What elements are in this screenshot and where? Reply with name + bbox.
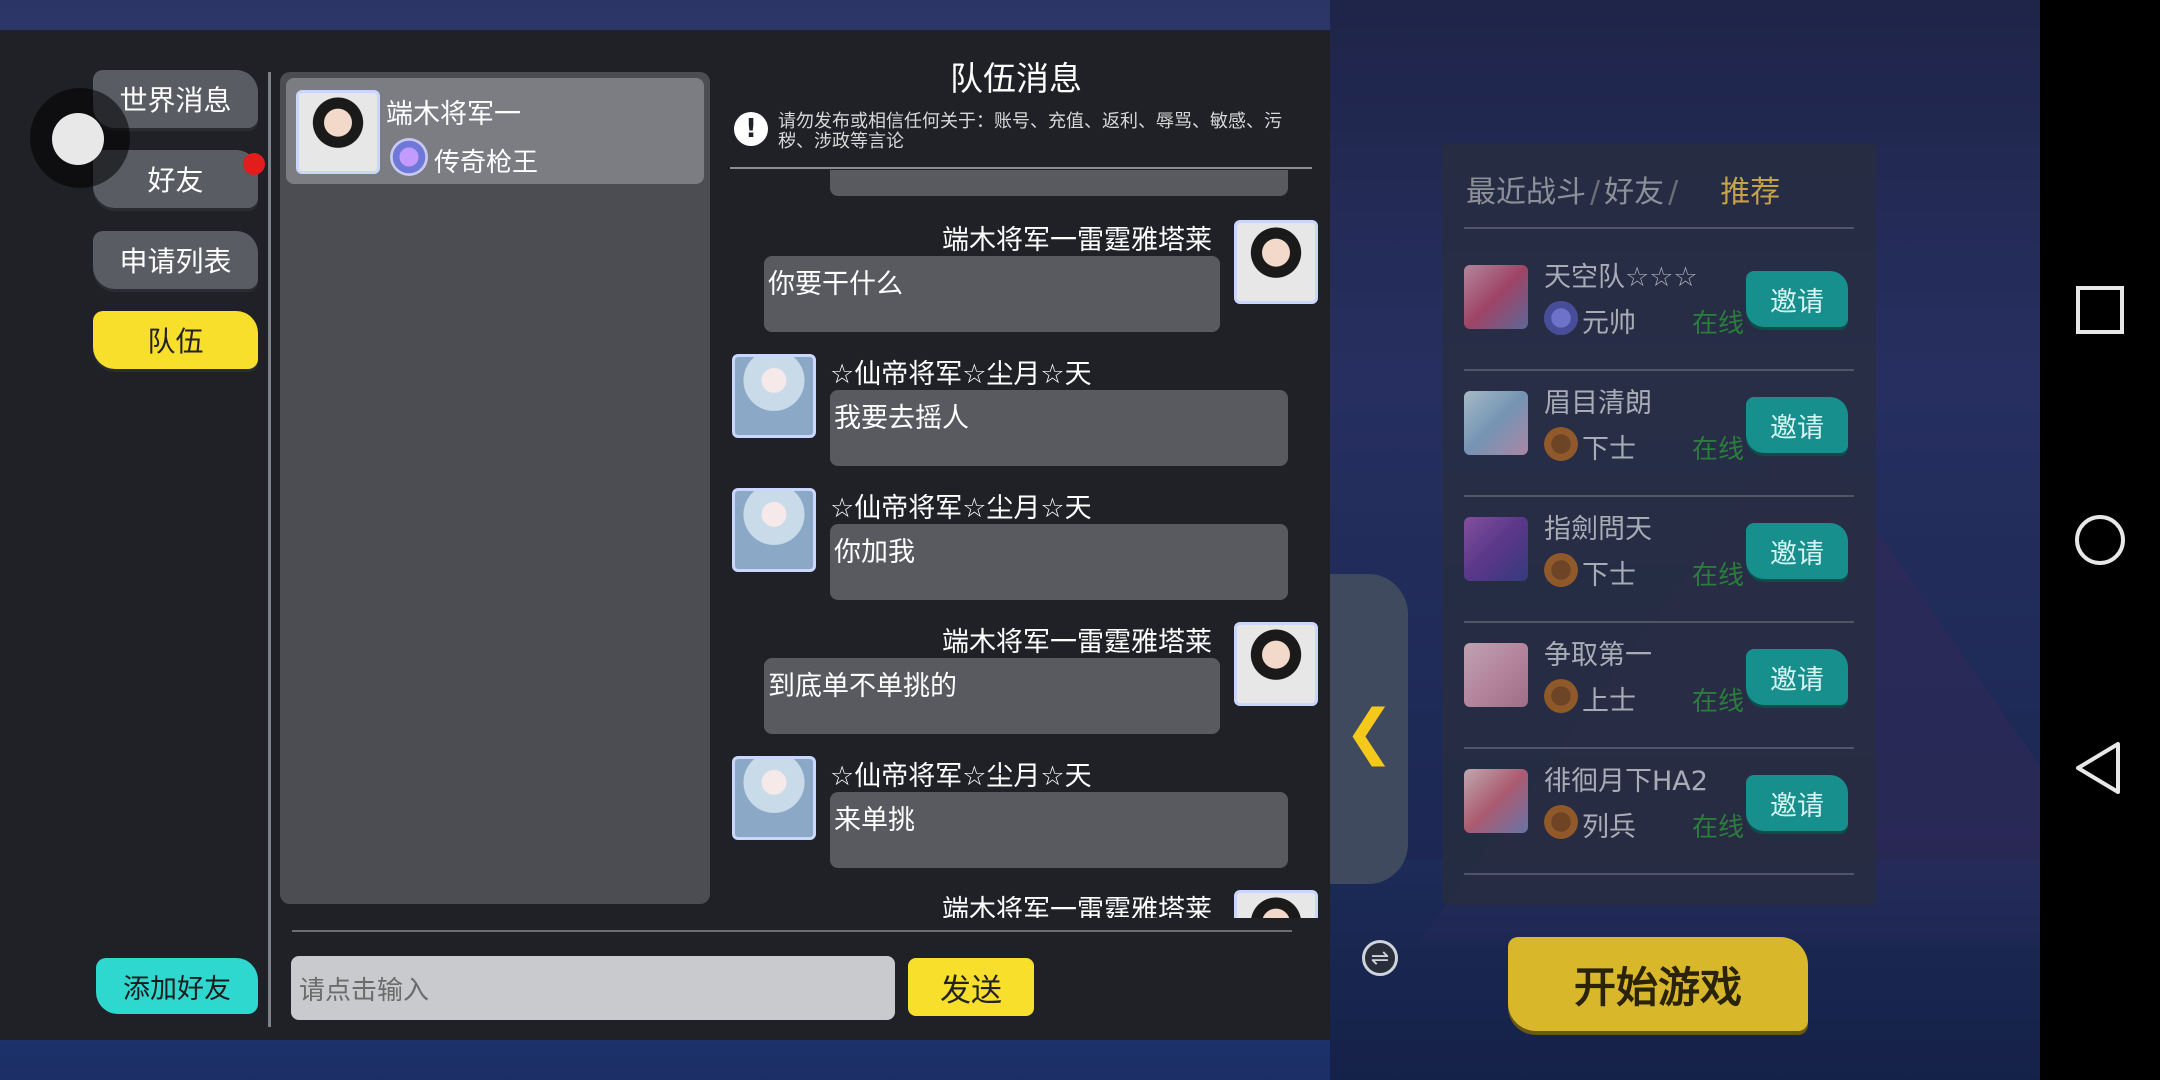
message-bubble: 来单挑 (830, 792, 1288, 868)
chat-input[interactable]: 请点击输入 (291, 956, 895, 1020)
tab-requests[interactable]: 申请列表 (93, 231, 258, 289)
divider (292, 930, 1292, 932)
chat-title: 队伍消息 (950, 59, 1082, 98)
rank-icon (390, 138, 428, 176)
team-member-list: 端木将军一 传奇枪王 (280, 72, 710, 904)
player-status: 在线 (1692, 561, 1745, 591)
list-item[interactable]: 端木将军一 传奇枪王 (286, 78, 704, 184)
message-bubble: 你要干什么 (764, 256, 1220, 332)
warning-icon: ! (734, 112, 768, 146)
player-rank: 下士 (1582, 560, 1636, 591)
divider (1464, 227, 1854, 229)
player-name: 争取第一 (1544, 640, 1652, 671)
sidebar-divider (268, 72, 271, 1027)
back-icon[interactable] (2070, 738, 2130, 798)
warning-text: 请勿发布或相信任何关于：账号、充值、返利、辱骂、敏感、污秽、涉政等言论 (778, 111, 1282, 152)
avatar (1234, 890, 1318, 918)
recommend-item: 争取第一 上士 在线 邀请 (1464, 621, 1864, 747)
invite-button[interactable]: 邀请 (1746, 649, 1848, 705)
rank-icon (1544, 553, 1578, 587)
player-avatar (1464, 769, 1528, 833)
avatar (296, 90, 380, 174)
recent-apps-icon[interactable] (2070, 280, 2130, 340)
rank-icon (1544, 805, 1578, 839)
message-bubble (830, 170, 1288, 196)
divider (730, 167, 1312, 169)
avatar (1234, 220, 1318, 304)
chevron-left-icon: ❮ (1344, 697, 1395, 767)
player-name: 徘徊月下HA2 (1544, 766, 1708, 797)
recommend-item: 眉目清朗 下士 在线 邀请 (1464, 369, 1864, 495)
player-rank: 下士 (1582, 434, 1636, 465)
home-icon[interactable] (2070, 510, 2130, 570)
player-status: 在线 (1692, 687, 1745, 717)
rank-icon (1544, 427, 1578, 461)
player-avatar (1464, 643, 1528, 707)
member-rank: 传奇枪王 (434, 148, 539, 178)
player-name: 天空队☆☆☆ (1544, 262, 1698, 293)
message-bubble: 到底单不单挑的 (764, 658, 1220, 734)
tab-friends[interactable]: 好友 (1604, 175, 1664, 210)
player-rank: 元帅 (1582, 308, 1636, 339)
rank-icon (1544, 301, 1578, 335)
invite-button[interactable]: 邀请 (1746, 397, 1848, 453)
recommend-item: 徘徊月下HA2 列兵 在线 邀请 (1464, 747, 1864, 873)
message-sender: 端木将军一雷霆雅塔莱 (942, 627, 1212, 658)
message-sender: ☆仙帝将军☆尘月☆天 (830, 493, 1092, 524)
avatar (732, 756, 816, 840)
invite-button[interactable]: 邀请 (1746, 523, 1848, 579)
player-name: 指劍問天 (1544, 514, 1652, 545)
player-avatar (1464, 265, 1528, 329)
recommend-panel: 最近战斗 / 好友 / 推荐 天空队☆☆☆ 元帅 在线 邀请 眉目清朗 下士 在线 邀请… (1442, 143, 1876, 905)
tab-recommend[interactable]: 推荐 (1720, 175, 1780, 210)
player-status: 在线 (1692, 813, 1745, 843)
chat-message-list[interactable]: 端木将军一雷霆雅塔莱 你要干什么 ☆仙帝将军☆尘月☆天 我要去摇人 ☆仙帝将军☆… (730, 170, 1320, 918)
message-bubble: 你加我 (830, 524, 1288, 600)
invite-button[interactable]: 邀请 (1746, 271, 1848, 327)
recommend-item: 天空队☆☆☆ 元帅 在线 邀请 (1464, 243, 1864, 369)
player-rank: 上士 (1582, 686, 1636, 717)
send-button[interactable]: 发送 (908, 958, 1034, 1016)
notification-badge (243, 153, 265, 175)
avatar (1234, 622, 1318, 706)
collapse-panel-handle[interactable]: ❮ (1330, 574, 1408, 884)
start-game-button[interactable]: 开始游戏 (1508, 937, 1808, 1031)
joystick-knob[interactable] (52, 113, 104, 165)
player-avatar (1464, 391, 1528, 455)
add-friend-button[interactable]: 添加好友 (96, 958, 258, 1014)
tab-team[interactable]: 队伍 (93, 311, 258, 369)
player-rank: 列兵 (1582, 812, 1636, 843)
recommend-tabs: 最近战斗 / 好友 / 推荐 (1466, 175, 1781, 210)
tab-recent-battles[interactable]: 最近战斗 (1466, 175, 1586, 210)
player-status: 在线 (1692, 309, 1745, 339)
message-sender: 端木将军一雷霆雅塔莱 (942, 225, 1212, 256)
floating-joystick[interactable] (30, 88, 130, 188)
message-sender: ☆仙帝将军☆尘月☆天 (830, 761, 1092, 792)
recommend-item: 指劍問天 下士 在线 邀请 (1464, 495, 1864, 621)
divider (1464, 873, 1854, 875)
avatar (732, 488, 816, 572)
member-name: 端木将军一 (386, 99, 521, 130)
invite-button[interactable]: 邀请 (1746, 775, 1848, 831)
player-avatar (1464, 517, 1528, 581)
player-name: 眉目清朗 (1544, 388, 1652, 419)
player-status: 在线 (1692, 435, 1745, 465)
message-bubble: 我要去摇人 (830, 390, 1288, 466)
swap-icon[interactable]: ⇌ (1362, 940, 1398, 976)
avatar (732, 354, 816, 438)
message-sender: 端木将军一雷霆雅塔莱 (942, 895, 1212, 918)
message-sender: ☆仙帝将军☆尘月☆天 (830, 359, 1092, 390)
rank-icon (1544, 679, 1578, 713)
